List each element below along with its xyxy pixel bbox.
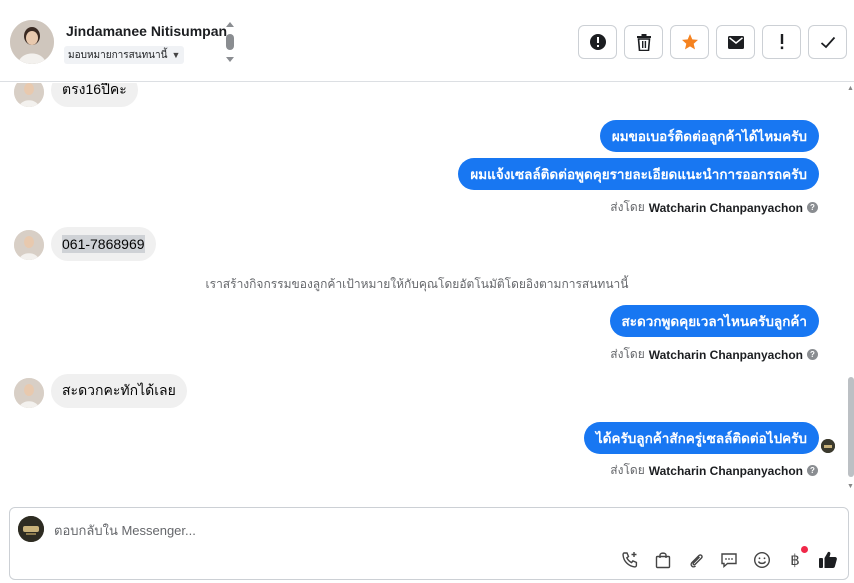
message-outgoing: ได้ครับลูกค้าสักครู่เซลล์ติดต่อไปครับ bbox=[583, 422, 819, 454]
caret-down-icon: ▼ bbox=[171, 50, 181, 60]
sent-by-prefix: ส่งโดย bbox=[610, 463, 645, 477]
sent-by-label: ส่งโดย Watcharin Chanpanyachon ? bbox=[610, 345, 818, 364]
scroll-up-icon[interactable]: ▲ bbox=[847, 85, 854, 93]
trash-icon bbox=[636, 33, 651, 51]
sender-name[interactable]: Watcharin Chanpanyachon bbox=[649, 348, 803, 362]
help-icon[interactable]: ? bbox=[807, 349, 818, 360]
help-icon[interactable]: ? bbox=[807, 202, 818, 213]
baht-payment-icon[interactable]: ฿ bbox=[785, 546, 808, 570]
contact-avatar-small bbox=[14, 230, 44, 260]
alert-circle-icon bbox=[589, 34, 606, 50]
shopping-bag-icon[interactable] bbox=[653, 550, 673, 570]
chat-bubble-icon[interactable] bbox=[719, 550, 739, 570]
checkmark-icon bbox=[820, 36, 835, 48]
sent-by-label: ส่งโดย Watcharin Chanpanyachon ? bbox=[610, 198, 818, 217]
composer-tools: ฿ bbox=[620, 546, 838, 570]
add-call-icon[interactable] bbox=[620, 550, 640, 570]
envelope-icon bbox=[727, 35, 744, 49]
message-incoming: ตรง16ปีคะ bbox=[51, 83, 138, 107]
help-icon[interactable]: ? bbox=[807, 465, 818, 476]
sent-by-prefix: ส่งโดย bbox=[610, 200, 645, 214]
important-button[interactable] bbox=[762, 25, 801, 59]
page-avatar bbox=[18, 516, 44, 542]
sender-name[interactable]: Watcharin Chanpanyachon bbox=[649, 201, 803, 215]
conversation-scrollbar[interactable]: ▲ ▼ bbox=[846, 83, 854, 493]
thumbs-up-icon[interactable] bbox=[818, 550, 838, 570]
paperclip-icon[interactable] bbox=[686, 550, 706, 570]
system-message: เราสร้างกิจกรรมของลูกค้าเป้าหมายให้กับคุ… bbox=[205, 277, 629, 291]
done-button[interactable] bbox=[808, 25, 847, 59]
message-incoming: สะดวกคะทักได้เลย bbox=[51, 374, 187, 408]
notification-dot bbox=[801, 546, 808, 553]
delete-button[interactable] bbox=[624, 25, 663, 59]
reply-input[interactable] bbox=[54, 520, 554, 540]
header-actions bbox=[578, 25, 847, 59]
seen-avatar bbox=[821, 439, 835, 453]
assign-conversation-dropdown[interactable]: มอบหมายการสนทนานี้ ▼ bbox=[64, 46, 185, 64]
exclamation-icon bbox=[780, 34, 783, 50]
contact-avatar-small bbox=[14, 83, 44, 107]
spam-button[interactable] bbox=[578, 25, 617, 59]
emoji-icon[interactable] bbox=[752, 550, 772, 570]
reply-composer: ฿ bbox=[9, 507, 849, 580]
sent-by-prefix: ส่งโดย bbox=[610, 347, 645, 361]
baht-symbol: ฿ bbox=[790, 551, 800, 569]
scroll-thumb[interactable] bbox=[848, 377, 854, 477]
contact-avatar[interactable] bbox=[10, 20, 54, 64]
sent-by-label: ส่งโดย Watcharin Chanpanyachon ? bbox=[610, 461, 818, 480]
email-button[interactable] bbox=[716, 25, 755, 59]
star-button[interactable] bbox=[670, 25, 709, 59]
contact-name[interactable]: Jindamanee Nitisumpan bbox=[66, 23, 227, 39]
sender-name[interactable]: Watcharin Chanpanyachon bbox=[649, 464, 803, 478]
contact-avatar-small bbox=[14, 378, 44, 408]
phone-number[interactable]: 061-7868969 bbox=[62, 235, 145, 253]
message-incoming: 061-7868969 bbox=[51, 227, 156, 261]
message-outgoing: ผมขอเบอร์ติดต่อลูกค้าได้ไหมครับ bbox=[599, 120, 819, 152]
scroll-down-icon[interactable]: ▼ bbox=[847, 483, 854, 491]
star-icon bbox=[681, 34, 698, 50]
conversation-header: Jindamanee Nitisumpan มอบหมายการสนทนานี้… bbox=[0, 0, 854, 82]
message-outgoing: ผมแจ้งเซลล์ติดต่อพูดคุยรายละเอียดแนะนำกา… bbox=[458, 158, 819, 190]
assign-label: มอบหมายการสนทนานี้ bbox=[68, 49, 168, 61]
header-scroller[interactable] bbox=[224, 20, 236, 66]
message-outgoing: สะดวกพูดคุยเวลาไหนครับลูกค้า bbox=[609, 305, 819, 337]
conversation-thread: ตรง16ปีคะ ผมขอเบอร์ติดต่อลูกค้าได้ไหมครั… bbox=[0, 83, 854, 501]
